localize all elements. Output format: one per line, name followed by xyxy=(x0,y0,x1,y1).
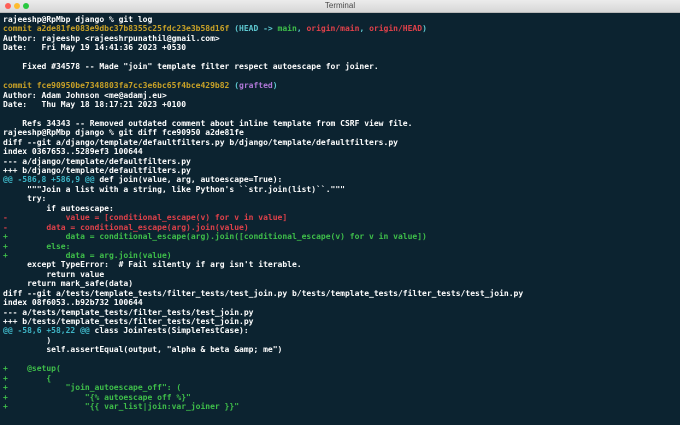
terminal-text: Author: Adam Johnson <me@adamj.eu> xyxy=(3,90,167,100)
terminal-line: Date: Thu May 18 18:17:21 2023 +0100 xyxy=(3,100,678,109)
terminal-line: + "{% autoescape off %}" xyxy=(3,393,678,402)
terminal-line: + data = arg.join(value) xyxy=(3,251,678,260)
terminal-line: Fixed #34578 -- Made "join" template fil… xyxy=(3,62,678,71)
terminal-line: + @setup( xyxy=(3,364,678,373)
terminal-line: return value xyxy=(3,270,678,279)
terminal-line: --- a/django/template/defaultfilters.py xyxy=(3,157,678,166)
terminal-window: Terminal rajeeshp@RpMbp django % git log… xyxy=(0,0,680,425)
terminal-line: + "join_autoescape_off": ( xyxy=(3,383,678,392)
terminal-line: ) xyxy=(3,336,678,345)
terminal-text: @@ -586,8 +586,9 @@ xyxy=(3,175,95,185)
terminal-line: --- a/tests/template_tests/filter_tests/… xyxy=(3,308,678,317)
terminal-line: Date: Fri May 19 14:41:36 2023 +0530 xyxy=(3,43,678,52)
terminal-text: commit fce90950be7348803fa7cc3e6bc65f4bc… xyxy=(3,81,235,91)
terminal-text: ) xyxy=(3,335,52,345)
terminal-text: ) xyxy=(272,81,278,91)
terminal-line: @@ -58,6 +58,22 @@ class JoinTests(Simpl… xyxy=(3,326,678,335)
terminal-text: @@ -58,6 +58,22 @@ xyxy=(3,326,90,336)
terminal-text: except TypeError: # Fail silently if arg… xyxy=(3,260,302,270)
terminal-text: + "join_autoescape_off": ( xyxy=(3,383,182,393)
terminal-line: @@ -586,8 +586,9 @@ def join(value, arg,… xyxy=(3,175,678,184)
terminal-text: commit a2de81fe083e9dbc37b8355c25fdc23e3… xyxy=(3,24,235,34)
terminal-text: origin/main xyxy=(306,24,360,34)
terminal-line: + "{{ var_list|join:var_joiner }}" xyxy=(3,402,678,411)
terminal-text: +++ b/django/template/defaultfilters.py xyxy=(3,166,191,175)
terminal-text: diff --git a/tests/template_tests/filter… xyxy=(3,288,524,298)
terminal-line: + { xyxy=(3,374,678,383)
terminal-text: + else: xyxy=(3,241,71,251)
terminal-text: return value xyxy=(3,269,105,279)
terminal-text: ) xyxy=(422,24,427,34)
terminal-line: commit a2de81fe083e9dbc37b8355c25fdc23e3… xyxy=(3,24,678,33)
terminal-text: Author: rajeeshp <rajeeshrpunathil@gmail… xyxy=(3,33,220,43)
terminal-text: - data = conditional_escape(arg).join(va… xyxy=(3,222,249,232)
terminal-text: return mark_safe(data) xyxy=(3,279,134,289)
terminal-text: + { xyxy=(3,373,52,383)
terminal-text: - value = [conditional_escape(v) for v i… xyxy=(3,213,288,223)
terminal-line: - value = [conditional_escape(v) for v i… xyxy=(3,213,678,222)
title-bar: Terminal xyxy=(0,0,680,13)
terminal-text: class JoinTests(SimpleTestCase): xyxy=(89,326,249,336)
terminal-line: try: xyxy=(3,194,678,203)
terminal-text: HEAD -> xyxy=(239,24,278,34)
terminal-text: self.assertEqual(output, "alpha & beta &… xyxy=(3,345,283,355)
terminal-text: Date: Thu May 18 18:17:21 2023 +0100 xyxy=(3,99,187,109)
terminal-text: """Join a list with a string, like Pytho… xyxy=(3,184,345,194)
terminal-text: Date: Fri May 19 14:41:36 2023 +0530 xyxy=(3,43,187,53)
terminal-line: commit fce90950be7348803fa7cc3e6bc65f4bc… xyxy=(3,81,678,90)
terminal-text: rajeeshp@RpMbp django % git log xyxy=(3,15,153,24)
terminal-text: try: xyxy=(3,194,47,204)
terminal-text: + "{% autoescape off %}" xyxy=(3,392,191,402)
terminal-line: Author: rajeeshp <rajeeshrpunathil@gmail… xyxy=(3,34,678,43)
terminal-line: index 08f6053..b92b732 100644 xyxy=(3,298,678,307)
terminal-text: , xyxy=(296,24,307,34)
terminal-text: --- a/tests/template_tests/filter_tests/… xyxy=(3,307,254,317)
terminal-text: rajeeshp@RpMbp django % git diff fce9095… xyxy=(3,128,244,138)
terminal-text: def join(value, arg, autoescape=True): xyxy=(94,175,283,185)
terminal-line: if autoescape: xyxy=(3,204,678,213)
terminal-text: index 0367653..5289ef3 100644 xyxy=(3,147,143,157)
terminal-line: Author: Adam Johnson <me@adamj.eu> xyxy=(3,91,678,100)
terminal-text: if autoescape: xyxy=(3,203,114,213)
terminal-text: , xyxy=(359,24,370,34)
terminal-line: Refs 34343 -- Removed outdated comment a… xyxy=(3,119,678,128)
terminal-line: except TypeError: # Fail silently if arg… xyxy=(3,260,678,269)
terminal-text: grafted xyxy=(239,81,273,91)
terminal-line: + data = conditional_escape(arg).join([c… xyxy=(3,232,678,241)
terminal-text: diff --git a/django/template/defaultfilt… xyxy=(3,137,398,147)
terminal-line: + else: xyxy=(3,242,678,251)
terminal-text: --- a/django/template/defaultfilters.py xyxy=(3,156,191,166)
terminal-text: + data = arg.join(value) xyxy=(3,250,172,260)
terminal-text: main xyxy=(277,24,297,34)
terminal-text: + "{{ var_list|join:var_joiner }}" xyxy=(3,401,240,411)
terminal-line: diff --git a/django/template/defaultfilt… xyxy=(3,138,678,147)
terminal-output[interactable]: rajeeshp@RpMbp django % git log commit a2… xyxy=(3,15,678,425)
terminal-line: diff --git a/tests/template_tests/filter… xyxy=(3,289,678,298)
terminal-line: rajeeshp@RpMbp django % git diff fce9095… xyxy=(3,128,678,137)
terminal-text: index 08f6053..b92b732 100644 xyxy=(3,298,143,308)
terminal-line: index 0367653..5289ef3 100644 xyxy=(3,147,678,156)
terminal-line: return mark_safe(data) xyxy=(3,279,678,288)
terminal-text: origin/HEAD xyxy=(369,24,423,34)
terminal-text: +++ b/tests/template_tests/filter_tests/… xyxy=(3,317,254,326)
terminal-text: Refs 34343 -- Removed outdated comment a… xyxy=(3,118,413,128)
window-title: Terminal xyxy=(324,1,356,10)
terminal-line: """Join a list with a string, like Pytho… xyxy=(3,185,678,194)
terminal-line: self.assertEqual(output, "alpha & beta &… xyxy=(3,345,678,354)
terminal-line: - data = conditional_escape(arg).join(va… xyxy=(3,223,678,232)
terminal-text: + data = conditional_escape(arg).join([c… xyxy=(3,232,427,242)
terminal-text: + @setup( xyxy=(3,364,61,374)
terminal-text: Fixed #34578 -- Made "join" template fil… xyxy=(3,62,379,72)
